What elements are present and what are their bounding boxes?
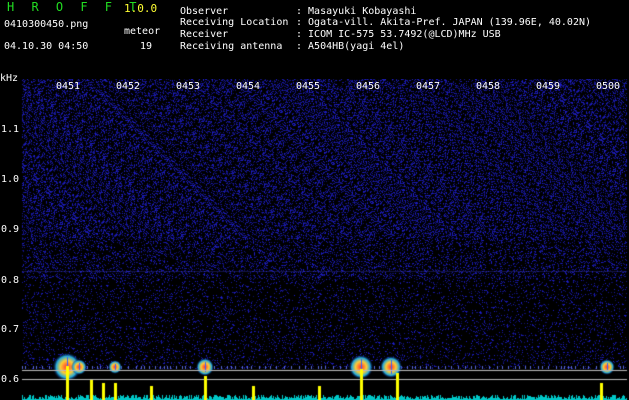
info-row-observer: Observer : Masayuki Kobayashi — [180, 6, 416, 17]
khz-axis-label: kHz — [0, 73, 19, 84]
info-label: Receiving Location — [180, 17, 289, 28]
meteor-label: meteor — [124, 26, 161, 37]
hroft-window: H R O F F T 1.0.0 0410300450.png 04.10.3… — [0, 0, 629, 400]
freq-tick: 0.8 — [1, 275, 20, 286]
freq-tick: 0.7 — [1, 324, 20, 335]
info-value: : Ogata-vill. Akita-Pref. JAPAN (139.96E… — [296, 17, 592, 28]
info-row-receiver: Receiver : ICOM IC-575 53.7492(@LCD)MHz U… — [180, 29, 501, 40]
time-tick: 0454 — [236, 81, 261, 92]
time-tick: 0500 — [596, 81, 621, 92]
info-value: : A504HB(yagi 4el) — [296, 41, 405, 52]
time-tick: 0452 — [116, 81, 141, 92]
time-tick: 0453 — [176, 81, 201, 92]
info-row-antenna: Receiving antenna : A504HB(yagi 4el) — [180, 41, 404, 52]
info-value: : ICOM IC-575 53.7492(@LCD)MHz USB — [296, 29, 501, 40]
file-name: 0410300450.png — [4, 19, 89, 30]
time-tick: 0455 — [296, 81, 321, 92]
time-tick: 0459 — [536, 81, 561, 92]
spectrogram-canvas — [0, 79, 629, 400]
meteor-count: 19 — [140, 41, 153, 52]
time-tick: 0456 — [356, 81, 381, 92]
time-tick: 0458 — [476, 81, 501, 92]
app-title: H R O F F T — [7, 0, 142, 14]
info-label: Receiving antenna — [180, 41, 283, 52]
info-row-location: Receiving Location : Ogata-vill. Akita-Pr… — [180, 17, 591, 28]
freq-tick: 1.0 — [1, 174, 20, 185]
freq-tick: 0.9 — [1, 224, 20, 235]
info-label: Receiver — [180, 29, 229, 40]
freq-tick: 0.6 — [1, 374, 20, 385]
info-value: : Masayuki Kobayashi — [296, 6, 417, 17]
time-tick: 0457 — [416, 81, 441, 92]
date-time: 04.10.30 04:50 — [4, 41, 89, 52]
app-version: 1.0.0 — [124, 2, 158, 15]
info-label: Observer — [180, 6, 229, 17]
time-tick: 0451 — [56, 81, 81, 92]
freq-tick: 1.1 — [1, 124, 20, 135]
